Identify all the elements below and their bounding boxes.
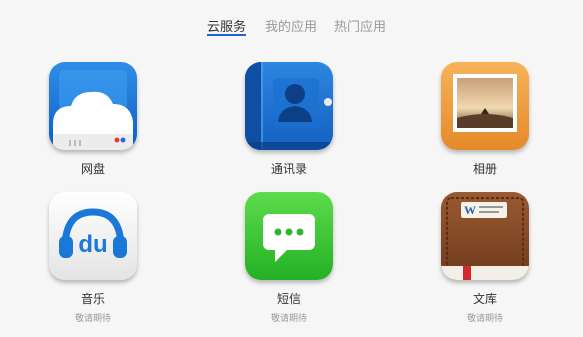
tab-label: 云服务 [207,20,247,35]
tab-hot-apps[interactable]: 热门应用 [334,16,386,35]
app-label: 通讯录 [270,162,307,176]
svg-text:W: W [464,203,476,217]
app-tile-library[interactable]: W 文库 敬请期待 [425,192,545,324]
coming-soon-text: 敬请期待 [74,314,111,324]
app-label: 相册 [472,162,497,176]
photo-album-icon [441,62,529,150]
coming-soon-text: 敬请期待 [270,314,307,324]
app-tile-music[interactable]: du 音乐 敬请期待 [33,192,153,324]
active-tab-indicator [207,34,247,36]
tab-cloud-service[interactable]: 云服务 [207,16,247,36]
app-label: 音乐 [80,292,105,306]
coming-soon-text: 敬请期待 [466,314,503,324]
app-label: 文库 [472,292,497,306]
tab-label: 热门应用 [334,20,387,35]
music-headphones-icon: du [49,192,137,280]
app-tile-cloud-drive[interactable]: 网盘 [33,62,153,192]
svg-text:du: du [78,231,107,258]
app-label: 网盘 [80,162,105,176]
contacts-book-icon [245,62,333,150]
service-tabs: 云服务 我的应用 热门应用 [0,16,583,38]
cloud-drive-icon [49,62,137,150]
app-tile-contacts[interactable]: 通讯录 [229,62,349,192]
tab-label: 我的应用 [265,20,318,35]
tab-my-apps[interactable]: 我的应用 [265,16,317,35]
app-tile-album[interactable]: 相册 [425,62,545,192]
sms-bubble-icon [245,192,333,280]
app-tile-sms[interactable]: 短信 敬请期待 [229,192,349,324]
library-book-icon: W [441,192,529,280]
app-label: 短信 [276,292,301,306]
